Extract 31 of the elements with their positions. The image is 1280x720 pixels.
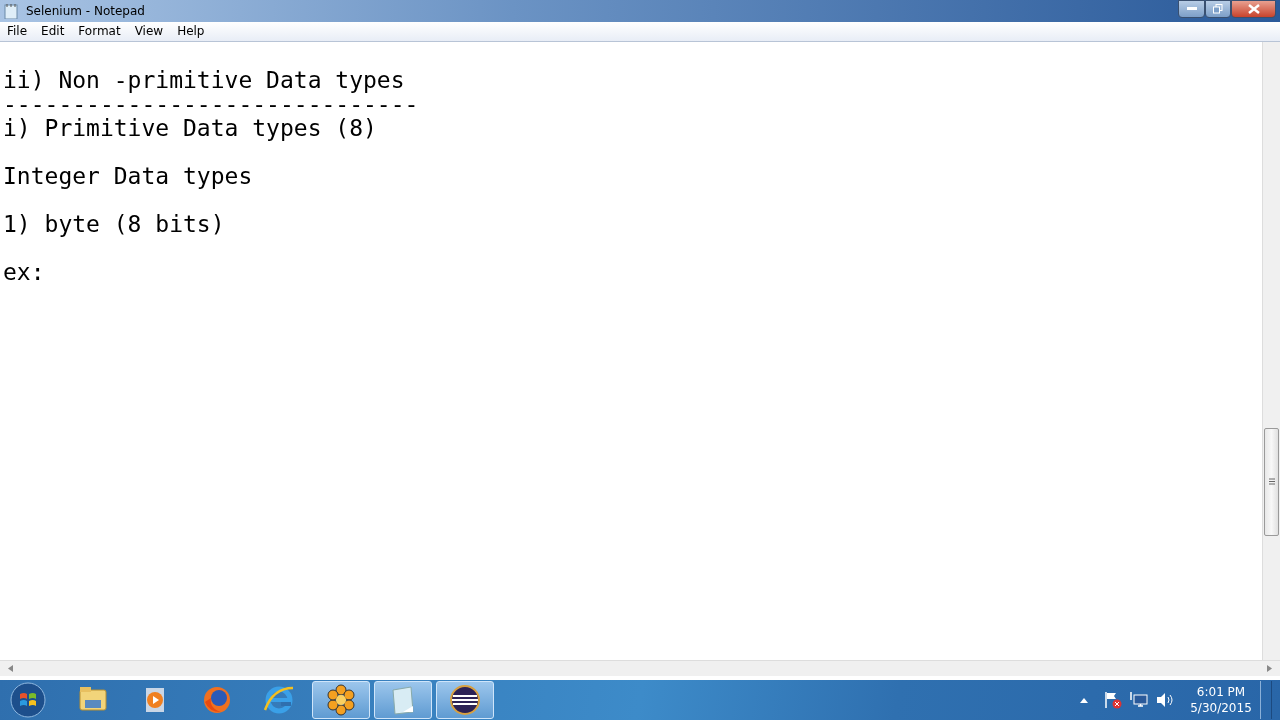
text-line: i) Primitive Data types (8)	[3, 114, 377, 141]
start-button[interactable]	[10, 682, 46, 719]
close-button[interactable]	[1231, 0, 1276, 18]
menu-item[interactable]: Edit	[34, 22, 72, 41]
menu-item[interactable]: Format	[71, 22, 128, 41]
clock-time[interactable]: 6:01 PM	[1190, 684, 1252, 701]
restore-icon	[1213, 4, 1223, 14]
scroll-left-icon[interactable]	[8, 665, 13, 673]
text-line: ii) Non -primitive Data types	[3, 66, 405, 93]
notepad-icon	[4, 3, 18, 19]
vertical-scrollbar[interactable]	[1262, 41, 1280, 661]
minimize-icon	[1186, 7, 1197, 11]
horizontal-scrollbar[interactable]	[0, 660, 1280, 677]
close-icon	[1247, 4, 1260, 14]
network-icon[interactable]	[1130, 692, 1148, 709]
menu-item[interactable]: File	[0, 22, 35, 41]
menu-item[interactable]: Help	[170, 22, 212, 41]
restore-button[interactable]	[1205, 0, 1231, 18]
window-title: Selenium - Notepad	[26, 3, 145, 20]
text-line: 1) byte (8 bits)	[3, 210, 225, 237]
scroll-right-icon[interactable]	[1267, 665, 1272, 673]
show-hidden-icons-icon[interactable]	[1080, 697, 1088, 704]
text-line: ex:	[3, 258, 45, 285]
menu-item[interactable]: View	[127, 22, 171, 41]
minimize-button[interactable]	[1178, 0, 1205, 18]
text-line: Integer Data types	[3, 162, 253, 189]
scrollbar-thumb[interactable]	[1264, 427, 1279, 536]
clock-date[interactable]: 5/30/2015	[1190, 700, 1252, 717]
show-desktop-button[interactable]	[1260, 681, 1272, 720]
speaker-icon[interactable]	[1156, 692, 1174, 709]
flag-icon[interactable]	[1104, 691, 1122, 710]
